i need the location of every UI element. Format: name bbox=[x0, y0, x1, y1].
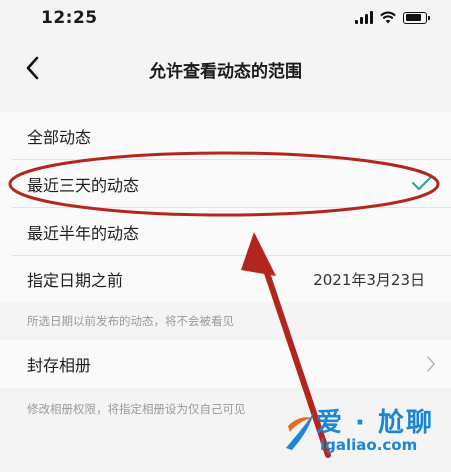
status-time: 12:25 bbox=[41, 8, 98, 28]
album-row[interactable]: 封存相册 bbox=[0, 340, 451, 388]
option-label: 最近三天的动态 bbox=[27, 176, 140, 195]
checkmark-icon bbox=[412, 176, 432, 190]
status-icons bbox=[355, 11, 430, 24]
wifi-icon bbox=[380, 11, 396, 24]
watermark-brand: 爱 · 尬聊 bbox=[316, 408, 434, 438]
date-row[interactable]: 指定日期之前 2021年3月23日 bbox=[0, 256, 451, 302]
watermark: 爱 · 尬聊 igaliao.com bbox=[282, 402, 451, 472]
option-row-all[interactable]: 全部动态 bbox=[0, 112, 451, 160]
date-row-label: 指定日期之前 bbox=[27, 271, 124, 290]
battery-icon bbox=[403, 11, 430, 24]
watermark-logo-icon bbox=[286, 412, 314, 450]
option-row-three-days[interactable]: 最近三天的动态 bbox=[0, 160, 451, 208]
nav-bar: 允许查看动态的范围 bbox=[0, 38, 451, 96]
page-title: 允许查看动态的范围 bbox=[149, 62, 302, 82]
album-hint: 修改相册权限，将指定相册设为仅自己可见 bbox=[27, 402, 246, 416]
option-label: 全部动态 bbox=[27, 128, 92, 147]
option-row-half-year[interactable]: 最近半年的动态 bbox=[0, 208, 451, 256]
cellular-signal-icon bbox=[355, 11, 373, 24]
status-bar: 12:25 bbox=[0, 0, 451, 38]
album-row-label: 封存相册 bbox=[27, 356, 92, 375]
date-hint: 所选日期以前发布的动态，将不会被看见 bbox=[27, 314, 234, 328]
watermark-url: igaliao.com bbox=[320, 436, 418, 454]
chevron-right-icon bbox=[427, 356, 435, 372]
option-label: 最近半年的动态 bbox=[27, 224, 140, 243]
date-value: 2021年3月23日 bbox=[313, 271, 425, 289]
